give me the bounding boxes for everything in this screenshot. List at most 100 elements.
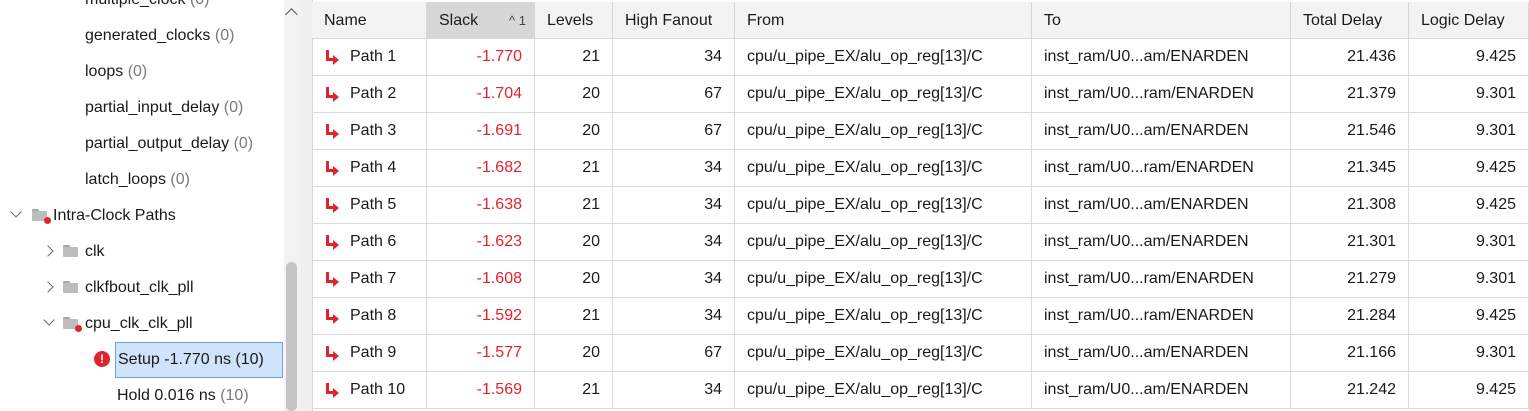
cell-total-delay-text: 21.242	[1347, 381, 1396, 398]
tree-item-label: latch_loops	[85, 171, 166, 188]
cell-to-text: inst_ram/U0...am/ENARDEN	[1044, 381, 1249, 398]
cell-high-fanout: 34	[613, 224, 735, 260]
tree-item-setup[interactable]: Setup -1.770 ns (10)	[115, 342, 283, 378]
cell-slack-text: -1.608	[476, 270, 522, 287]
cell-from: cpu/u_pipe_EX/alu_op_reg[13]/C	[735, 76, 1032, 112]
cell-slack: -1.704	[427, 76, 535, 112]
cell-to: inst_ram/U0...am/ENARDEN	[1032, 224, 1291, 260]
path-route-icon	[324, 198, 339, 213]
cell-total-delay: 21.379	[1291, 76, 1409, 112]
cell-slack: -1.691	[427, 113, 535, 149]
cell-name-text: Path 10	[350, 381, 406, 398]
tree-item-cpu-clk-clk-pll[interactable]: cpu_clk_clk_pll	[85, 309, 193, 339]
cell-high-fanout-text: 67	[704, 122, 722, 139]
chevron-right-icon[interactable]	[42, 281, 54, 293]
cell-slack-text: -1.569	[476, 381, 522, 398]
tree-item-clk[interactable]: clk	[85, 237, 105, 267]
chevron-down-icon[interactable]	[43, 314, 55, 326]
folder-error-icon	[32, 209, 51, 224]
table-row[interactable]: Path 3 -1.691 20 67 cpu/u_pipe_EX/alu_op_reg…	[312, 113, 1529, 150]
cell-to-text: inst_ram/U0...ram/ENARDEN	[1044, 270, 1254, 287]
table-row[interactable]: Path 8 -1.592 21 34 cpu/u_pipe_EX/alu_op_reg…	[312, 298, 1529, 335]
cell-total-delay-text: 21.166	[1347, 344, 1396, 361]
folder-error-icon	[63, 317, 82, 332]
cell-levels: 20	[535, 261, 613, 297]
scroll-up-icon[interactable]	[285, 8, 298, 21]
cell-from: cpu/u_pipe_EX/alu_op_reg[13]/C	[735, 39, 1032, 75]
cell-high-fanout-text: 34	[704, 159, 722, 176]
cell-name-text: Path 5	[350, 196, 397, 213]
cell-logic-delay-text: 9.425	[1475, 159, 1516, 176]
cell-from-text: cpu/u_pipe_EX/alu_op_reg[13]/C	[747, 85, 983, 102]
cell-logic-delay-text: 9.301	[1475, 85, 1516, 102]
cell-slack-text: -1.592	[476, 307, 522, 324]
tree-scrollbar[interactable]	[284, 0, 300, 411]
table-row[interactable]: Path 4 -1.682 21 34 cpu/u_pipe_EX/alu_op_reg…	[312, 150, 1529, 187]
folder-icon	[63, 281, 79, 293]
tree-item-label: multiple_clock	[85, 0, 185, 8]
cell-high-fanout: 34	[613, 187, 735, 223]
tree-item-partial-input-delay[interactable]: partial_input_delay (0)	[85, 93, 243, 123]
column-header-high-fanout[interactable]: High Fanout	[613, 2, 735, 39]
column-header-total-delay[interactable]: Total Delay	[1291, 2, 1409, 39]
cell-to-text: inst_ram/U0...ram/ENARDEN	[1044, 307, 1254, 324]
cell-total-delay: 21.301	[1291, 224, 1409, 260]
column-header-from[interactable]: From	[735, 2, 1032, 39]
chevron-down-icon[interactable]	[10, 206, 22, 218]
cell-logic-delay-text: 9.425	[1475, 196, 1516, 213]
column-header-to[interactable]: To	[1032, 2, 1291, 39]
tree-item-count: (0)	[170, 171, 190, 188]
cell-levels: 20	[535, 224, 613, 260]
tree-item-generated-clocks[interactable]: generated_clocks (0)	[85, 21, 234, 51]
cell-high-fanout-text: 34	[704, 48, 722, 65]
cell-name-text: Path 1	[350, 48, 397, 65]
tree-item-partial-output-delay[interactable]: partial_output_delay (0)	[85, 129, 253, 159]
table-row[interactable]: Path 10 -1.569 21 34 cpu/u_pipe_EX/alu_op_re…	[312, 372, 1529, 409]
tree-item-loops[interactable]: loops (0)	[85, 57, 147, 87]
cell-slack: -1.638	[427, 187, 535, 223]
tree-item-latch-loops[interactable]: latch_loops (0)	[85, 165, 190, 195]
column-header-slack[interactable]: Slack ^ 1	[427, 2, 535, 39]
cell-total-delay: 21.279	[1291, 261, 1409, 297]
cell-levels-text: 20	[582, 85, 600, 102]
table-row[interactable]: Path 6 -1.623 20 34 cpu/u_pipe_EX/alu_op_reg…	[312, 224, 1529, 261]
cell-from-text: cpu/u_pipe_EX/alu_op_reg[13]/C	[747, 307, 983, 324]
tree-item-intra-clock-paths[interactable]: Intra-Clock Paths	[53, 201, 176, 231]
cell-total-delay-text: 21.546	[1347, 122, 1396, 139]
cell-logic-delay-text: 9.425	[1475, 48, 1516, 65]
cell-total-delay: 21.242	[1291, 372, 1409, 408]
table-row[interactable]: Path 9 -1.577 20 67 cpu/u_pipe_EX/alu_op_reg…	[312, 335, 1529, 372]
tree-item-hold[interactable]: Hold 0.016 ns (10)	[117, 381, 249, 411]
scrollbar-thumb[interactable]	[286, 262, 297, 411]
table-row[interactable]: Path 1 -1.770 21 34 cpu/u_pipe_EX/alu_op_reg…	[312, 39, 1529, 76]
cell-from-text: cpu/u_pipe_EX/alu_op_reg[13]/C	[747, 159, 983, 176]
cell-logic-delay: 9.301	[1409, 261, 1529, 297]
cell-from: cpu/u_pipe_EX/alu_op_reg[13]/C	[735, 150, 1032, 186]
column-header-name[interactable]: Name	[312, 2, 427, 39]
cell-name: Path 2	[312, 76, 427, 112]
cell-to: inst_ram/U0...ram/ENARDEN	[1032, 298, 1291, 334]
tree-item-label: clkfbout_clk_pll	[85, 279, 194, 296]
cell-high-fanout: 67	[613, 335, 735, 371]
tree-item-count: (10)	[235, 351, 264, 368]
tree-item-clkfbout-clk-pll[interactable]: clkfbout_clk_pll	[85, 273, 194, 303]
cell-levels-text: 21	[582, 196, 600, 213]
cell-logic-delay: 9.425	[1409, 187, 1529, 223]
tree-item-multiple-clock[interactable]: multiple_clock (0)	[85, 0, 210, 15]
path-route-icon	[324, 309, 339, 324]
cell-logic-delay: 9.301	[1409, 335, 1529, 371]
table-row[interactable]: Path 2 -1.704 20 67 cpu/u_pipe_EX/alu_op_reg…	[312, 76, 1529, 113]
cell-slack: -1.682	[427, 150, 535, 186]
cell-high-fanout: 34	[613, 372, 735, 408]
column-header-levels[interactable]: Levels	[535, 2, 613, 39]
cell-slack: -1.577	[427, 335, 535, 371]
cell-levels: 21	[535, 298, 613, 334]
cell-slack-text: -1.770	[476, 48, 522, 65]
cell-logic-delay-text: 9.301	[1475, 344, 1516, 361]
table-row[interactable]: Path 5 -1.638 21 34 cpu/u_pipe_EX/alu_op_reg…	[312, 187, 1529, 224]
table-row[interactable]: Path 7 -1.608 20 34 cpu/u_pipe_EX/alu_op_reg…	[312, 261, 1529, 298]
column-header-logic-delay[interactable]: Logic Delay	[1409, 2, 1529, 39]
chevron-right-icon[interactable]	[42, 245, 54, 257]
path-route-icon	[324, 161, 339, 176]
cell-total-delay: 21.308	[1291, 187, 1409, 223]
